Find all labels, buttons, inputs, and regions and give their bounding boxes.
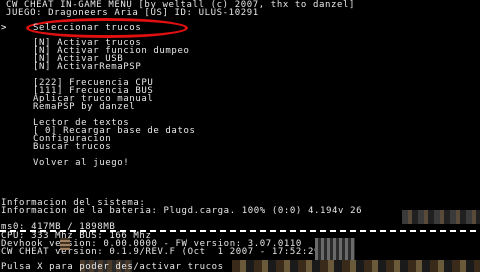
menu-item-buscar-trucos[interactable]: Buscar trucos [33,143,111,152]
cwcheat-version: CW CHEAT version: 0.1.9/REV.F (Oct 1 200… [1,247,326,257]
background-artifact [232,260,480,272]
menu-item-activar-remapsp[interactable]: [N] ActivarRemaPSP [33,63,141,72]
menu-item-volver-juego[interactable]: Volver al juego! [33,159,129,168]
background-artifact [402,210,480,224]
background-artifact [60,238,70,250]
selection-cursor-icon: > [1,23,8,33]
footer-hint: Pulsa X para poder des/activar trucos [1,262,224,272]
battery-info: Informacion de la bateria: Plugd.carga. … [1,206,363,216]
menu-item-seleccionar-trucos[interactable]: Seleccionar trucos [33,24,141,33]
game-info: JUEGO: Dragoneers Aria [US] ID: ULUS-102… [6,8,259,18]
background-artifact [315,238,355,260]
menu-item-remapsp-danzel[interactable]: RemaPSP by danzel [33,103,135,112]
